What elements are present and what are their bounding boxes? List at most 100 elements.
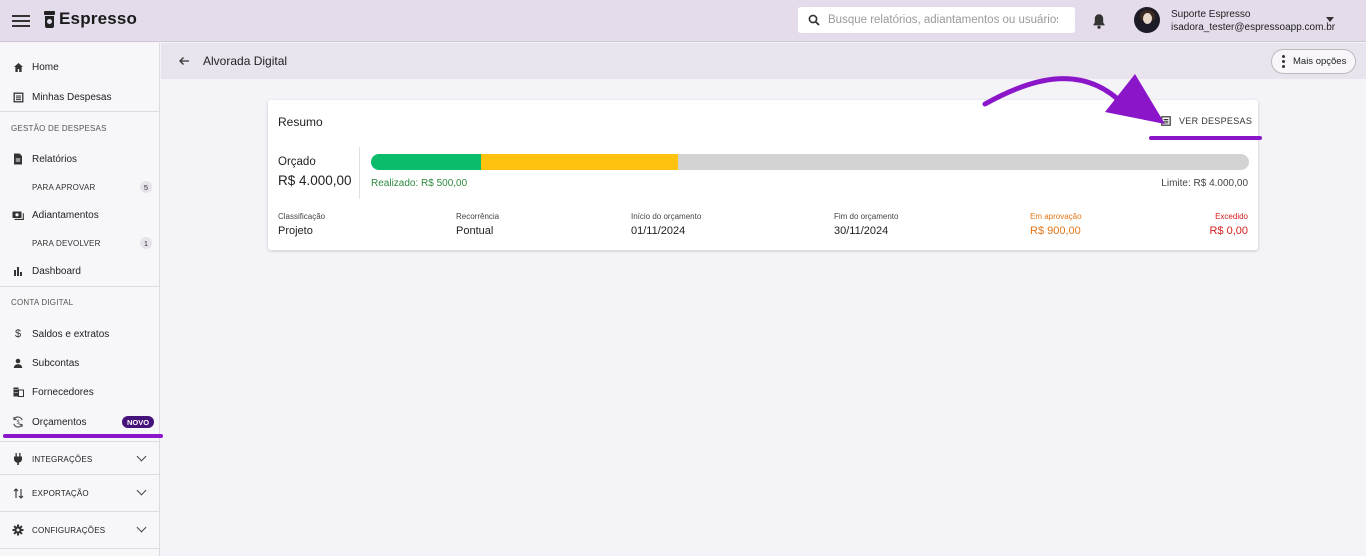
- user-info[interactable]: Suporte Espresso isadora_tester@espresso…: [1171, 8, 1335, 34]
- app-name: Espresso: [59, 9, 138, 28]
- sidebar-item-label: CONFIGURAÇÕES: [32, 525, 106, 535]
- sidebar-item-label: Orçamentos: [32, 416, 87, 428]
- annotation-arrow: [982, 74, 1165, 124]
- card-title: Resumo: [278, 115, 323, 129]
- sidebar-item-home[interactable]: Home: [0, 53, 159, 81]
- gear-icon: [12, 524, 24, 536]
- progress-segment-em-aprovacao: [480, 154, 679, 170]
- sidebar-item-label: Saldos e extratos: [32, 328, 110, 340]
- sidebar-subitem-label: PARA APROVAR: [32, 182, 96, 192]
- cash-icon: [12, 209, 24, 221]
- field-label: Recorrência: [456, 212, 500, 221]
- field-label: Fim do orçamento: [834, 212, 899, 221]
- sidebar-item-configuracoes[interactable]: CONFIGURAÇÕES: [0, 512, 159, 548]
- page-header: Alvorada Digital Mais opções: [161, 43, 1366, 79]
- realized-amount: Realizado: R$ 500,00: [371, 178, 468, 189]
- field-label: Excedido: [1215, 212, 1248, 221]
- sidebar-subitem-para-aprovar[interactable]: PARA APROVAR 5: [32, 178, 152, 196]
- budget-progress-bar: [371, 154, 1249, 170]
- back-arrow-icon[interactable]: [178, 55, 190, 67]
- field-value: Pontual: [456, 225, 494, 237]
- sidebar-item-subcontas[interactable]: Subcontas: [0, 349, 159, 377]
- avatar[interactable]: [1134, 7, 1160, 33]
- sidebar-item-exportacao[interactable]: EXPORTAÇÃO: [0, 475, 159, 511]
- document-icon: [12, 153, 24, 165]
- hamburger-menu-icon[interactable]: [12, 12, 30, 30]
- sidebar-item-fornecedores[interactable]: Fornecedores: [0, 378, 159, 406]
- person-icon: [12, 357, 24, 369]
- sidebar-item-label: Relatórios: [32, 153, 78, 165]
- sidebar-item-minhas-despesas[interactable]: Minhas Despesas: [0, 83, 159, 111]
- notifications-bell-icon[interactable]: [1091, 12, 1107, 30]
- sidebar-item-label: INTEGRAÇÕES: [32, 454, 93, 464]
- search-input[interactable]: [828, 14, 1058, 26]
- app-logo[interactable]: Espresso: [44, 9, 137, 29]
- field-label: Classificação: [278, 212, 326, 221]
- sidebar-item-label: Dashboard: [32, 265, 81, 277]
- svg-text:$: $: [16, 419, 20, 426]
- field-em-aprovacao: Em aprovação R$ 900,00: [1030, 212, 1082, 237]
- divider: [0, 286, 159, 287]
- search-box[interactable]: [798, 7, 1075, 33]
- sidebar: Home Minhas Despesas GESTÃO DE DESPESAS …: [0, 43, 163, 556]
- receipt-icon: [12, 91, 24, 103]
- sidebar-subitem-para-devolver[interactable]: PARA DEVOLVER 1: [32, 234, 152, 252]
- field-value: 01/11/2024: [631, 225, 686, 237]
- count-badge: 1: [140, 237, 152, 249]
- field-label: Em aprovação: [1030, 212, 1082, 221]
- field-fim: Fim do orçamento 30/11/2024: [834, 212, 898, 237]
- field-label: Início do orçamento: [631, 212, 702, 221]
- sidebar-item-relatorios[interactable]: Relatórios: [0, 145, 159, 173]
- user-menu-caret-icon[interactable]: [1326, 17, 1334, 22]
- sidebar-item-label: Fornecedores: [32, 386, 94, 398]
- sidebar-item-integracoes[interactable]: INTEGRAÇÕES: [0, 441, 159, 477]
- limit-amount: Limite: R$ 4.000,00: [1161, 178, 1248, 189]
- divider: [0, 111, 159, 112]
- section-title-gestao: GESTÃO DE DESPESAS: [11, 124, 107, 133]
- progress-segment-realizado: [371, 154, 481, 170]
- chevron-down-icon: [136, 522, 147, 533]
- more-vert-icon: [1282, 55, 1285, 68]
- field-value: 30/11/2024: [834, 225, 889, 237]
- sidebar-item-label: Adiantamentos: [32, 209, 99, 221]
- field-value: R$ 0,00: [1209, 225, 1248, 237]
- budget-cycle-icon: $: [12, 416, 24, 428]
- dollar-icon: $: [14, 328, 22, 340]
- user-name: Suporte Espresso: [1171, 9, 1251, 20]
- sidebar-item-adiantamentos[interactable]: Adiantamentos: [0, 201, 159, 229]
- field-inicio: Início do orçamento 01/11/2024: [631, 212, 701, 237]
- page-title: Alvorada Digital: [203, 54, 288, 68]
- sidebar-item-dashboard[interactable]: Dashboard: [0, 257, 159, 285]
- view-expenses-label: VER DESPESAS: [1179, 116, 1253, 126]
- budget-value: R$ 4.000,00: [278, 173, 352, 188]
- sidebar-subitem-label: PARA DEVOLVER: [32, 238, 101, 248]
- chevron-down-icon: [136, 451, 147, 462]
- chevron-down-icon: [136, 485, 147, 496]
- home-icon: [12, 61, 24, 73]
- search-icon: [808, 14, 820, 26]
- sidebar-item-label: Home: [32, 61, 59, 73]
- field-recorrencia: Recorrência Pontual: [456, 212, 499, 237]
- top-app-bar: Espresso Suporte Espresso isadora_tester…: [0, 0, 1366, 42]
- sidebar-item-saldos[interactable]: $ Saldos e extratos: [0, 320, 159, 348]
- highlight-underline: [3, 434, 163, 438]
- user-email: isadora_tester@espressoapp.com.br: [1171, 22, 1336, 33]
- plug-icon: [12, 453, 24, 465]
- building-icon: [12, 386, 24, 398]
- count-badge: 5: [140, 181, 152, 193]
- sidebar-item-label: Minhas Despesas: [32, 91, 112, 103]
- divider: [0, 548, 159, 549]
- section-title-conta: CONTA DIGITAL: [11, 298, 74, 307]
- more-options-button[interactable]: Mais opções: [1271, 49, 1356, 74]
- sidebar-item-label: Subcontas: [32, 357, 80, 369]
- field-value: Projeto: [278, 225, 313, 237]
- budget-label: Orçado: [278, 156, 316, 168]
- more-options-label: Mais opções: [1293, 56, 1347, 67]
- coffee-cup-icon: [44, 10, 55, 28]
- new-badge: NOVO: [122, 416, 154, 428]
- bar-chart-icon: [12, 265, 24, 277]
- field-excedido: Excedido R$ 0,00: [1209, 212, 1248, 237]
- divider: [359, 147, 360, 199]
- swap-vertical-icon: [12, 487, 24, 499]
- sidebar-item-label: EXPORTAÇÃO: [32, 488, 89, 498]
